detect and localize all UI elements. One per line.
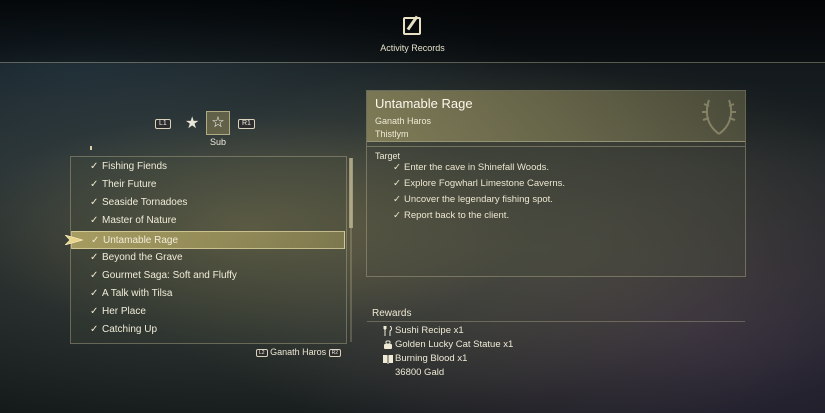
list-scrollbar-thumb[interactable] [349,158,353,228]
prev-client-button[interactable]: L2 [256,348,268,357]
page-title: Activity Records [380,43,445,53]
next-category-button[interactable]: R1 [238,119,255,129]
quest-item-label: Catching Up [102,324,158,335]
quest-item-label: Master of Nature [102,215,177,226]
reward-label: 36800 Gald [395,367,445,378]
rewards-divider [367,321,745,322]
checkmark-icon: ✓ [90,270,99,281]
quest-item[interactable]: ✓ Beyond the Grave [71,249,345,267]
objective-item: ✓ Explore Fogwharl Limestone Caverns. [393,177,565,191]
quest-item[interactable]: ✓ Her Place [71,303,345,321]
checkmark-icon: ✓ [91,235,100,246]
quill-page-icon [403,17,421,35]
quest-item[interactable]: ✓ Master of Nature [71,212,345,230]
book-icon [383,355,393,364]
client-filter[interactable]: L2 Ganath Haros R2 [256,346,342,358]
checkmark-icon: ✓ [90,161,99,172]
checkmark-icon: ✓ [393,194,401,205]
quest-item-label: Fishing Fiends [102,161,168,172]
star-filled-icon[interactable]: ★ [185,113,199,133]
quest-client: Ganath Haros [375,116,432,126]
objective-text: Enter the cave in Shinefall Woods. [404,162,550,173]
quest-item[interactable]: ✓ Seaside Tornadoes [71,194,345,212]
objective-text: Report back to the client. [404,210,510,221]
valuable-item-icon [384,340,392,349]
laurel-emblem-icon [702,99,736,135]
quest-item-label: A Talk with Tilsa [102,288,173,299]
checkmark-icon: ✓ [90,324,99,335]
quest-item[interactable]: ✓ Gourmet Saga: Soft and Fluffy [71,267,345,285]
quest-item-label: Seaside Tornadoes [102,197,188,208]
checkmark-icon: ✓ [90,306,99,317]
reward-label: Burning Blood x1 [395,353,468,364]
checkmark-icon: ✓ [393,162,401,173]
reward-label: Sushi Recipe x1 [395,325,464,336]
objective-text: Uncover the legendary fishing spot. [404,194,553,205]
reward-label: Golden Lucky Cat Statue x1 [395,339,514,350]
objective-item: ✓ Report back to the client. [393,209,509,223]
quest-item-label: Her Place [102,306,146,317]
food-utensils-icon [383,326,392,336]
list-marker [90,146,92,150]
checkmark-icon: ✓ [90,288,99,299]
client-filter-label: Ganath Haros [270,347,327,357]
target-label: Target [375,151,401,161]
quest-item[interactable]: ✓ Fishing Fiends [71,158,345,176]
checkmark-icon: ✓ [393,210,401,221]
objective-item: ✓ Enter the cave in Shinefall Woods. [393,161,549,175]
rewards-label: Rewards [372,308,412,319]
objective-text: Explore Fogwharl Limestone Caverns. [404,178,566,189]
quest-item-label: Gourmet Saga: Soft and Fluffy [102,270,237,281]
objective-item: ✓ Uncover the legendary fishing spot. [393,193,553,207]
quest-item[interactable]: ✓ Their Future [71,176,345,194]
checkmark-icon: ✓ [90,179,99,190]
quest-item-selected[interactable]: ✓ Untamable Rage [71,231,345,249]
checkmark-icon: ✓ [393,178,401,189]
quest-location: Thistlym [375,129,409,139]
quest-item-label: Beyond the Grave [102,252,183,263]
quest-item-label: Untamable Rage [103,235,179,246]
star-outline-icon[interactable]: ☆ [206,111,230,135]
quest-item-label: Their Future [102,179,157,190]
checkmark-icon: ✓ [90,197,99,208]
checkmark-icon: ✓ [90,215,99,226]
detail-header-divider [367,141,745,142]
category-label: Sub [209,137,226,147]
header-divider [0,62,825,63]
next-client-button[interactable]: R2 [328,348,342,357]
checkmark-icon: ✓ [90,252,99,263]
prev-category-button[interactable]: L1 [155,119,171,129]
target-divider [367,146,745,147]
selection-cursor-icon [65,235,83,245]
quest-item[interactable]: ✓ Catching Up [71,321,345,339]
quest-item[interactable]: ✓ A Talk with Tilsa [71,285,345,303]
quest-title: Untamable Rage [375,96,473,111]
